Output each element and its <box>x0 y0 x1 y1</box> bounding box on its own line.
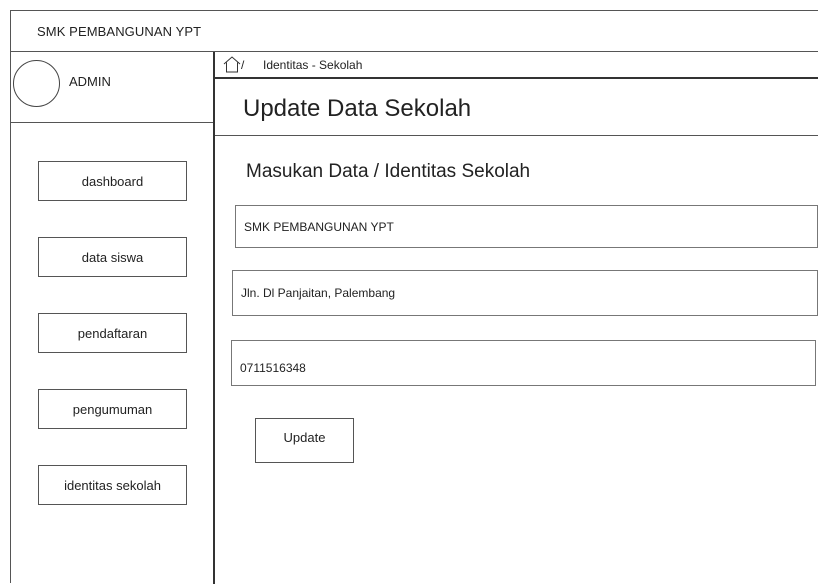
sidebar-item-pendaftaran[interactable]: pendaftaran <box>38 313 187 353</box>
avatar[interactable] <box>13 60 60 107</box>
sidebar-item-dashboard[interactable]: dashboard <box>38 161 187 201</box>
address-field[interactable] <box>232 270 818 316</box>
page-title: Update Data Sekolah <box>243 95 472 122</box>
app-window: SMK PEMBANGUNAN YPT ADMIN dashboard data… <box>10 10 818 584</box>
sidebar-item-identitas-sekolah[interactable]: identitas sekolah <box>38 465 187 505</box>
top-bar: SMK PEMBANGUNAN YPT <box>11 11 818 52</box>
sidebar-item-pengumuman[interactable]: pengumuman <box>38 389 187 429</box>
school-name-field[interactable] <box>235 205 818 248</box>
main-content: / Identitas - Sekolah Update Data Sekola… <box>215 52 818 584</box>
section-title: Masukan Data / Identitas Sekolah <box>246 161 531 182</box>
home-icon[interactable] <box>223 56 241 73</box>
title-bar: Update Data Sekolah <box>215 79 818 136</box>
breadcrumb: / Identitas - Sekolah <box>215 52 818 79</box>
breadcrumb-separator: / <box>241 58 245 72</box>
phone-field[interactable] <box>231 340 816 386</box>
user-label: ADMIN <box>69 74 111 89</box>
sidebar: ADMIN dashboard data siswa pendaftaran p… <box>11 52 215 584</box>
brand-name: SMK PEMBANGUNAN YPT <box>37 24 202 39</box>
sidebar-item-data-siswa[interactable]: data siswa <box>38 237 187 277</box>
update-button[interactable]: Update <box>255 418 354 463</box>
breadcrumb-current: Identitas - Sekolah <box>263 58 363 72</box>
user-block: ADMIN <box>11 52 213 123</box>
